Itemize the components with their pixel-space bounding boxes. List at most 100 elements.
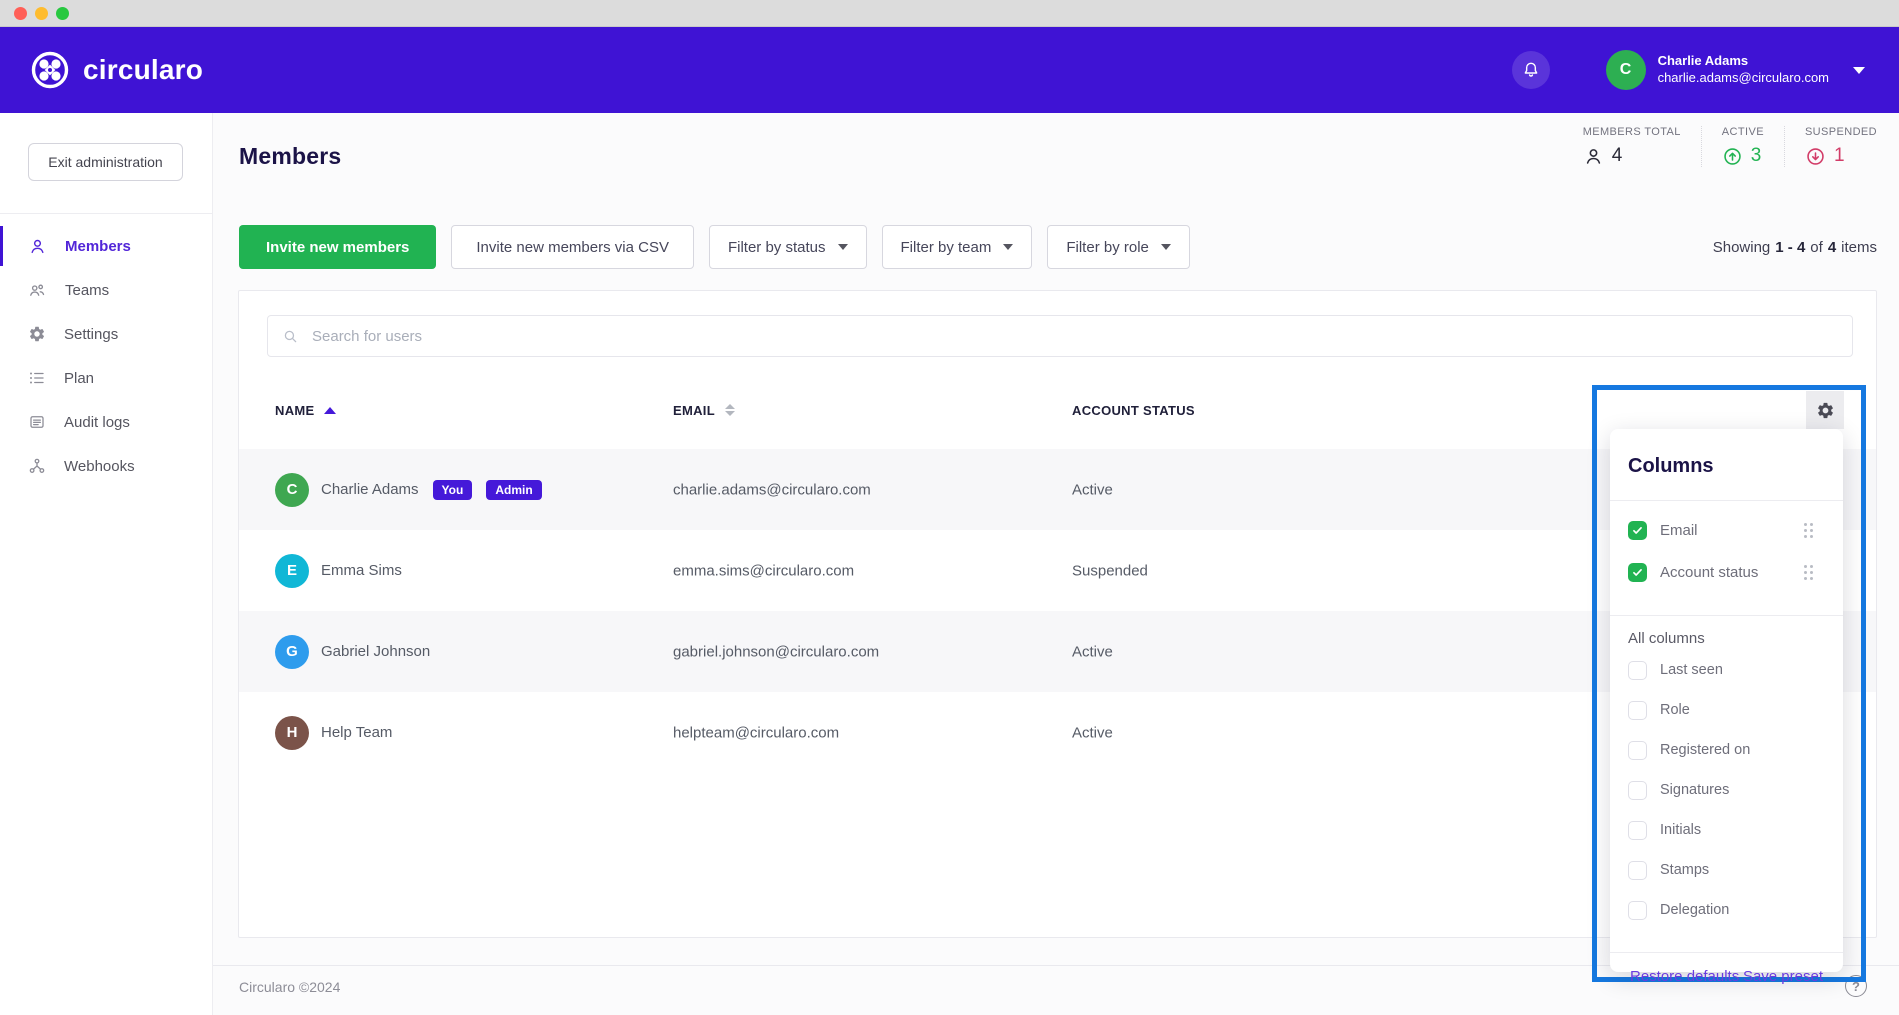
window-minimize-button[interactable]: [35, 7, 48, 20]
member-email: helpteam@circularo.com: [673, 724, 839, 741]
restore-defaults-link[interactable]: Restore defaults: [1630, 968, 1739, 985]
column-label: Last seen: [1660, 662, 1723, 678]
column-label: Initials: [1660, 822, 1701, 838]
column-label: Signatures: [1660, 782, 1729, 798]
sidebar-item-members[interactable]: Members: [0, 224, 212, 268]
sidebar-item-label: Members: [65, 238, 131, 255]
account-status: Active: [1072, 724, 1113, 741]
avatar: C: [275, 473, 309, 507]
sidebar-item-audit-logs[interactable]: Audit logs: [0, 400, 212, 444]
search-icon: [282, 328, 299, 345]
person-icon: [1583, 146, 1604, 167]
avatar: E: [275, 554, 309, 588]
stat-value: 4: [1612, 145, 1623, 167]
member-email: gabriel.johnson@circularo.com: [673, 643, 879, 660]
circularo-logo[interactable]: circularo: [30, 50, 203, 90]
filter-by-team-dropdown[interactable]: Filter by team: [882, 225, 1033, 269]
sidebar-item-settings[interactable]: Settings: [0, 312, 212, 356]
column-toggle-initials[interactable]: Initials: [1628, 810, 1825, 850]
member-stats: MEMBERS TOTAL 4 ACTIVE 3: [1583, 126, 1877, 167]
drag-handle-icon[interactable]: [1804, 523, 1813, 538]
column-toggle-registered-on[interactable]: Registered on: [1628, 730, 1825, 770]
column-label: Account status: [1660, 564, 1758, 581]
avatar: G: [275, 635, 309, 669]
table-header: NAME EMAIL ACCOUNT STATUS: [239, 391, 1876, 429]
checkbox-unchecked[interactable]: [1628, 701, 1647, 720]
columns-panel-title: Columns: [1628, 429, 1825, 478]
checkbox-unchecked[interactable]: [1628, 661, 1647, 680]
sort-ascending-icon: [324, 407, 336, 414]
search-input[interactable]: [312, 328, 1838, 345]
member-name: Help Team: [321, 724, 392, 741]
avatar: H: [275, 716, 309, 750]
panel-divider: [1610, 615, 1843, 616]
column-label: Role: [1660, 702, 1690, 718]
chevron-down-icon: [1853, 67, 1865, 74]
sidebar-item-label: Audit logs: [64, 414, 130, 431]
you-badge: You: [433, 480, 473, 500]
notifications-button[interactable]: [1512, 51, 1550, 89]
all-columns-label: All columns: [1628, 630, 1825, 647]
sidebar-item-webhooks[interactable]: Webhooks: [0, 444, 212, 488]
sidebar-item-label: Settings: [64, 326, 118, 343]
gear-icon: [28, 325, 46, 343]
admin-badge: Admin: [486, 480, 541, 500]
sidebar-item-label: Plan: [64, 370, 94, 387]
drag-handle-icon[interactable]: [1804, 565, 1813, 580]
stat-value: 1: [1834, 145, 1845, 167]
column-toggle-email[interactable]: Email: [1628, 509, 1825, 551]
column-toggle-stamps[interactable]: Stamps: [1628, 850, 1825, 890]
window-titlebar: [0, 0, 1899, 27]
columns-panel: Columns Email Account status All columns…: [1610, 429, 1843, 972]
column-label: Registered on: [1660, 742, 1750, 758]
column-toggle-last-seen[interactable]: Last seen: [1628, 650, 1825, 690]
invite-members-csv-button[interactable]: Invite new members via CSV: [451, 225, 694, 269]
stat-value: 3: [1751, 145, 1762, 167]
webhook-icon: [28, 457, 46, 475]
page-title: Members: [239, 143, 341, 170]
checkbox-unchecked[interactable]: [1628, 781, 1647, 800]
admin-sidebar: Exit administration Members Teams: [0, 113, 213, 1015]
checkbox-unchecked[interactable]: [1628, 901, 1647, 920]
member-name: Emma Sims: [321, 562, 402, 579]
document-lines-icon: [28, 413, 46, 431]
showing-count: Showing 1 - 4 of 4 items: [1713, 239, 1877, 256]
account-status: Active: [1072, 643, 1113, 660]
sidebar-item-plan[interactable]: Plan: [0, 356, 212, 400]
save-preset-link[interactable]: Save preset: [1743, 968, 1823, 985]
column-header-email[interactable]: EMAIL: [673, 391, 735, 429]
help-button[interactable]: ?: [1845, 975, 1867, 997]
stat-suspended: SUSPENDED 1: [1784, 126, 1877, 167]
column-header-account-status: ACCOUNT STATUS: [1072, 391, 1195, 429]
column-header-name[interactable]: NAME: [275, 391, 336, 429]
filter-by-status-dropdown[interactable]: Filter by status: [709, 225, 867, 269]
column-toggle-account-status[interactable]: Account status: [1628, 551, 1825, 593]
sidebar-item-teams[interactable]: Teams: [0, 268, 212, 312]
column-toggle-role[interactable]: Role: [1628, 690, 1825, 730]
user-email: charlie.adams@circularo.com: [1658, 70, 1829, 87]
member-email: emma.sims@circularo.com: [673, 562, 854, 579]
app-header: circularo C Charlie Adams charlie.adams@…: [0, 27, 1899, 113]
checkbox-checked[interactable]: [1628, 521, 1647, 540]
column-toggle-signatures[interactable]: Signatures: [1628, 770, 1825, 810]
checkbox-unchecked[interactable]: [1628, 861, 1647, 880]
gear-icon: [1816, 401, 1835, 420]
column-toggle-delegation[interactable]: Delegation: [1628, 890, 1825, 930]
members-toolbar: Invite new members Invite new members vi…: [239, 224, 1877, 270]
user-menu[interactable]: C Charlie Adams charlie.adams@circularo.…: [1606, 50, 1865, 90]
column-label: Stamps: [1660, 862, 1709, 878]
user-name: Charlie Adams: [1658, 53, 1829, 70]
checkbox-unchecked[interactable]: [1628, 741, 1647, 760]
window-zoom-button[interactable]: [56, 7, 69, 20]
logo-wordmark: circularo: [83, 54, 203, 86]
chevron-down-icon: [1003, 244, 1013, 250]
search-box: [267, 315, 1853, 357]
checkbox-checked[interactable]: [1628, 563, 1647, 582]
column-settings-button[interactable]: [1806, 391, 1844, 429]
filter-by-role-dropdown[interactable]: Filter by role: [1047, 225, 1190, 269]
window-close-button[interactable]: [14, 7, 27, 20]
invite-new-members-button[interactable]: Invite new members: [239, 225, 436, 269]
account-status: Suspended: [1072, 562, 1148, 579]
checkbox-unchecked[interactable]: [1628, 821, 1647, 840]
exit-administration-button[interactable]: Exit administration: [28, 143, 183, 181]
